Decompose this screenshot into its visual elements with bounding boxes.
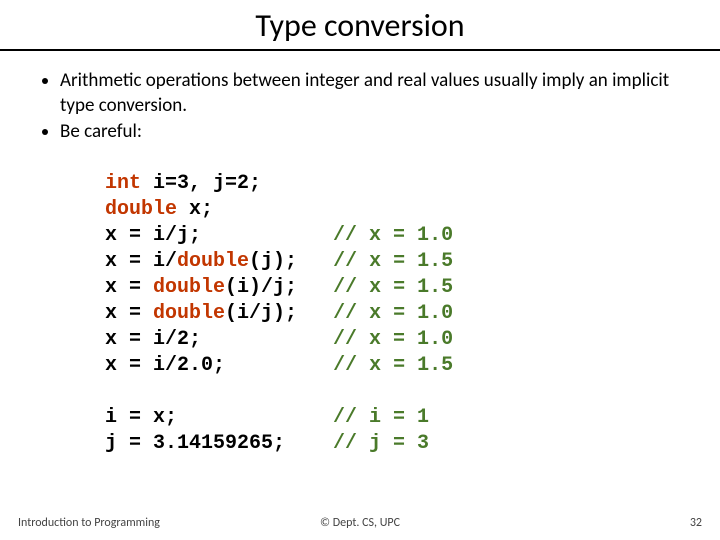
comment: // x = 1.5 <box>333 276 453 299</box>
code-text: (i)/j; <box>225 276 297 299</box>
slide-title: Type conversion <box>0 0 720 49</box>
bullet-list: Arithmetic operations between integer an… <box>0 51 720 145</box>
page-number: 32 <box>690 516 702 530</box>
keyword: double <box>153 302 225 325</box>
footer-center: © Dept. CS, UPC <box>0 516 720 530</box>
bullet-item: Arithmetic operations between integer an… <box>60 69 680 118</box>
keyword: double <box>177 250 249 273</box>
comment: // x = 1.0 <box>333 328 453 351</box>
code-text: x = i/2.0; <box>105 354 225 377</box>
code-text: i=3, j=2; <box>141 172 261 195</box>
code-text: x; <box>177 198 213 221</box>
code-text: x = i/2; <box>105 328 201 351</box>
code-block: int i=3, j=2; double x; x = i/j; // x = … <box>0 147 720 457</box>
code-text: x = <box>105 302 153 325</box>
code-text: x = i/ <box>105 250 177 273</box>
code-text: x = i/j; <box>105 224 201 247</box>
comment: // j = 3 <box>333 432 429 455</box>
code-text: (j); <box>249 250 297 273</box>
keyword: double <box>105 198 177 221</box>
comment: // x = 1.0 <box>333 224 453 247</box>
bullet-item: Be careful: <box>60 120 680 145</box>
keyword: int <box>105 172 141 195</box>
comment: // i = 1 <box>333 406 429 429</box>
code-text: x = <box>105 276 153 299</box>
comment: // x = 1.0 <box>333 302 453 325</box>
comment: // x = 1.5 <box>333 250 453 273</box>
comment: // x = 1.5 <box>333 354 453 377</box>
code-text: (i/j); <box>225 302 297 325</box>
keyword: double <box>153 276 225 299</box>
code-text: i = x; <box>105 406 177 429</box>
code-text: j = 3.14159265; <box>105 432 285 455</box>
